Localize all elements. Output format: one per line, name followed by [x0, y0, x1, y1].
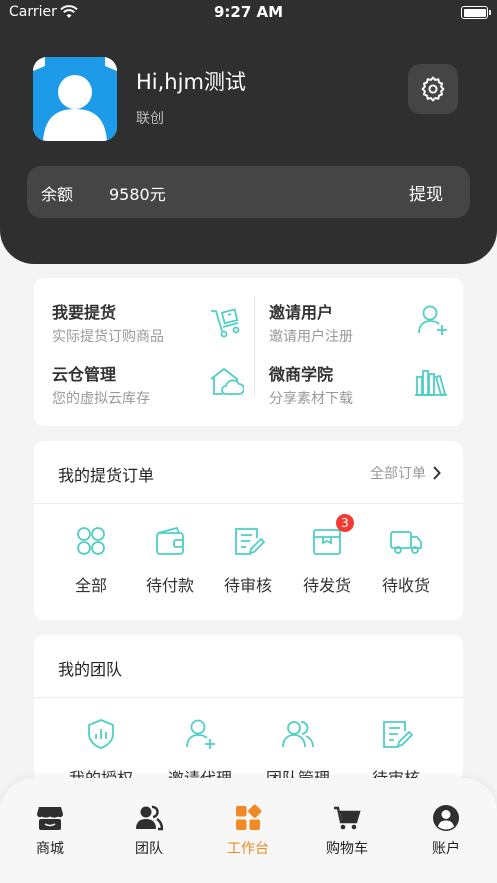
orders-card: 我的提货订单 全部订单 全部 待付款 待审核 3 待发货 待收货 — [34, 441, 463, 620]
books-icon — [415, 370, 447, 397]
team-title: 我的团队 — [58, 660, 123, 679]
gear-icon — [421, 76, 445, 102]
add-user-icon — [418, 305, 447, 335]
tab-cart[interactable]: 购物车 — [307, 804, 387, 858]
withdraw-button[interactable]: 提现 — [409, 180, 443, 205]
truck-icon — [389, 524, 423, 558]
tab-bar: 商城 团队 工作台 购物车 账户 — [0, 778, 497, 883]
order-status-label: 待付款 — [145, 576, 194, 595]
order-status-pending-payment[interactable]: 待付款 — [130, 524, 210, 596]
order-status-label: 待收货 — [381, 576, 430, 595]
order-status-pending-review[interactable]: 待审核 — [208, 524, 288, 596]
order-status-label: 全部 — [74, 576, 107, 595]
all-orders-link[interactable]: 全部订单 — [370, 463, 441, 483]
tab-label: 商城 — [36, 841, 64, 857]
quick-action-title: 云仓管理 — [52, 365, 117, 384]
tab-label: 团队 — [135, 841, 163, 857]
order-status-pending-shipment[interactable]: 3 待发货 — [287, 514, 367, 596]
quick-actions-card: 我要提货 实际提货订购商品 邀请用户 邀请用户注册 云仓管理 您的虚拟云库存 微… — [34, 278, 463, 426]
team-icon — [135, 804, 164, 832]
chevron-right-icon — [433, 466, 441, 480]
status-bar: Carrier 9:27 AM — [0, 0, 497, 26]
quick-action-pickup[interactable]: 我要提货 实际提货订购商品 — [52, 299, 252, 359]
store-icon — [36, 804, 64, 832]
order-status-label: 待发货 — [302, 576, 351, 595]
balance-value: 9580元 — [109, 185, 166, 204]
tab-label: 账户 — [432, 841, 460, 857]
divider — [254, 296, 255, 396]
review-icon — [231, 524, 266, 558]
quick-action-wechat-academy[interactable]: 微商学院 分享素材下载 — [269, 361, 463, 421]
tab-team[interactable]: 团队 — [109, 804, 189, 858]
tab-account[interactable]: 账户 — [406, 804, 486, 858]
cart-icon — [333, 804, 361, 832]
account-icon — [432, 804, 460, 832]
hand-truck-icon — [211, 308, 240, 338]
team-icon — [281, 717, 315, 751]
wallet-icon — [153, 524, 187, 558]
package-icon: 3 — [310, 514, 354, 558]
quick-action-subtitle: 邀请用户注册 — [269, 329, 353, 345]
review-icon — [379, 717, 414, 751]
user-greeting: Hi,hjm测试 — [136, 70, 246, 94]
cloud-warehouse-icon — [210, 367, 244, 395]
add-user-icon — [183, 717, 217, 751]
quick-action-subtitle: 实际提货订购商品 — [52, 329, 164, 345]
clock: 9:27 AM — [213, 3, 284, 21]
all-orders-label: 全部订单 — [370, 466, 426, 482]
tab-store[interactable]: 商城 — [10, 804, 90, 858]
organization-name: 联创 — [136, 111, 164, 127]
quick-action-title: 邀请用户 — [269, 303, 334, 322]
balance-label: 余额 — [41, 185, 74, 204]
quick-action-subtitle: 分享素材下载 — [269, 391, 353, 407]
orders-card-header: 我的提货订单 全部订单 — [34, 441, 463, 504]
profile-header: Hi,hjm测试 联创 余额 9580元 提现 — [0, 26, 497, 264]
tab-label: 工作台 — [227, 841, 269, 857]
team-card-header: 我的团队 — [34, 635, 463, 698]
grid-icon — [74, 524, 108, 558]
order-status-all[interactable]: 全部 — [51, 524, 131, 596]
orders-title: 我的提货订单 — [58, 466, 155, 485]
quick-action-cloud-warehouse[interactable]: 云仓管理 您的虚拟云库存 — [52, 361, 252, 421]
quick-action-invite-user[interactable]: 邀请用户 邀请用户注册 — [269, 299, 463, 359]
battery-icon — [461, 6, 491, 19]
order-status-label: 待审核 — [223, 576, 272, 595]
settings-button[interactable] — [408, 64, 458, 114]
quick-action-subtitle: 您的虚拟云库存 — [52, 391, 150, 407]
tab-workbench[interactable]: 工作台 — [208, 804, 288, 858]
order-count-badge: 3 — [336, 514, 354, 532]
quick-action-title: 微商学院 — [269, 365, 334, 384]
balance-bar: 余额 9580元 提现 — [27, 166, 470, 218]
shield-chart-icon — [84, 717, 118, 751]
avatar[interactable] — [33, 57, 117, 141]
tab-label: 购物车 — [326, 841, 368, 857]
quick-action-title: 我要提货 — [52, 303, 117, 322]
workbench-icon — [234, 804, 262, 832]
order-status-pending-receipt[interactable]: 待收货 — [366, 524, 446, 596]
